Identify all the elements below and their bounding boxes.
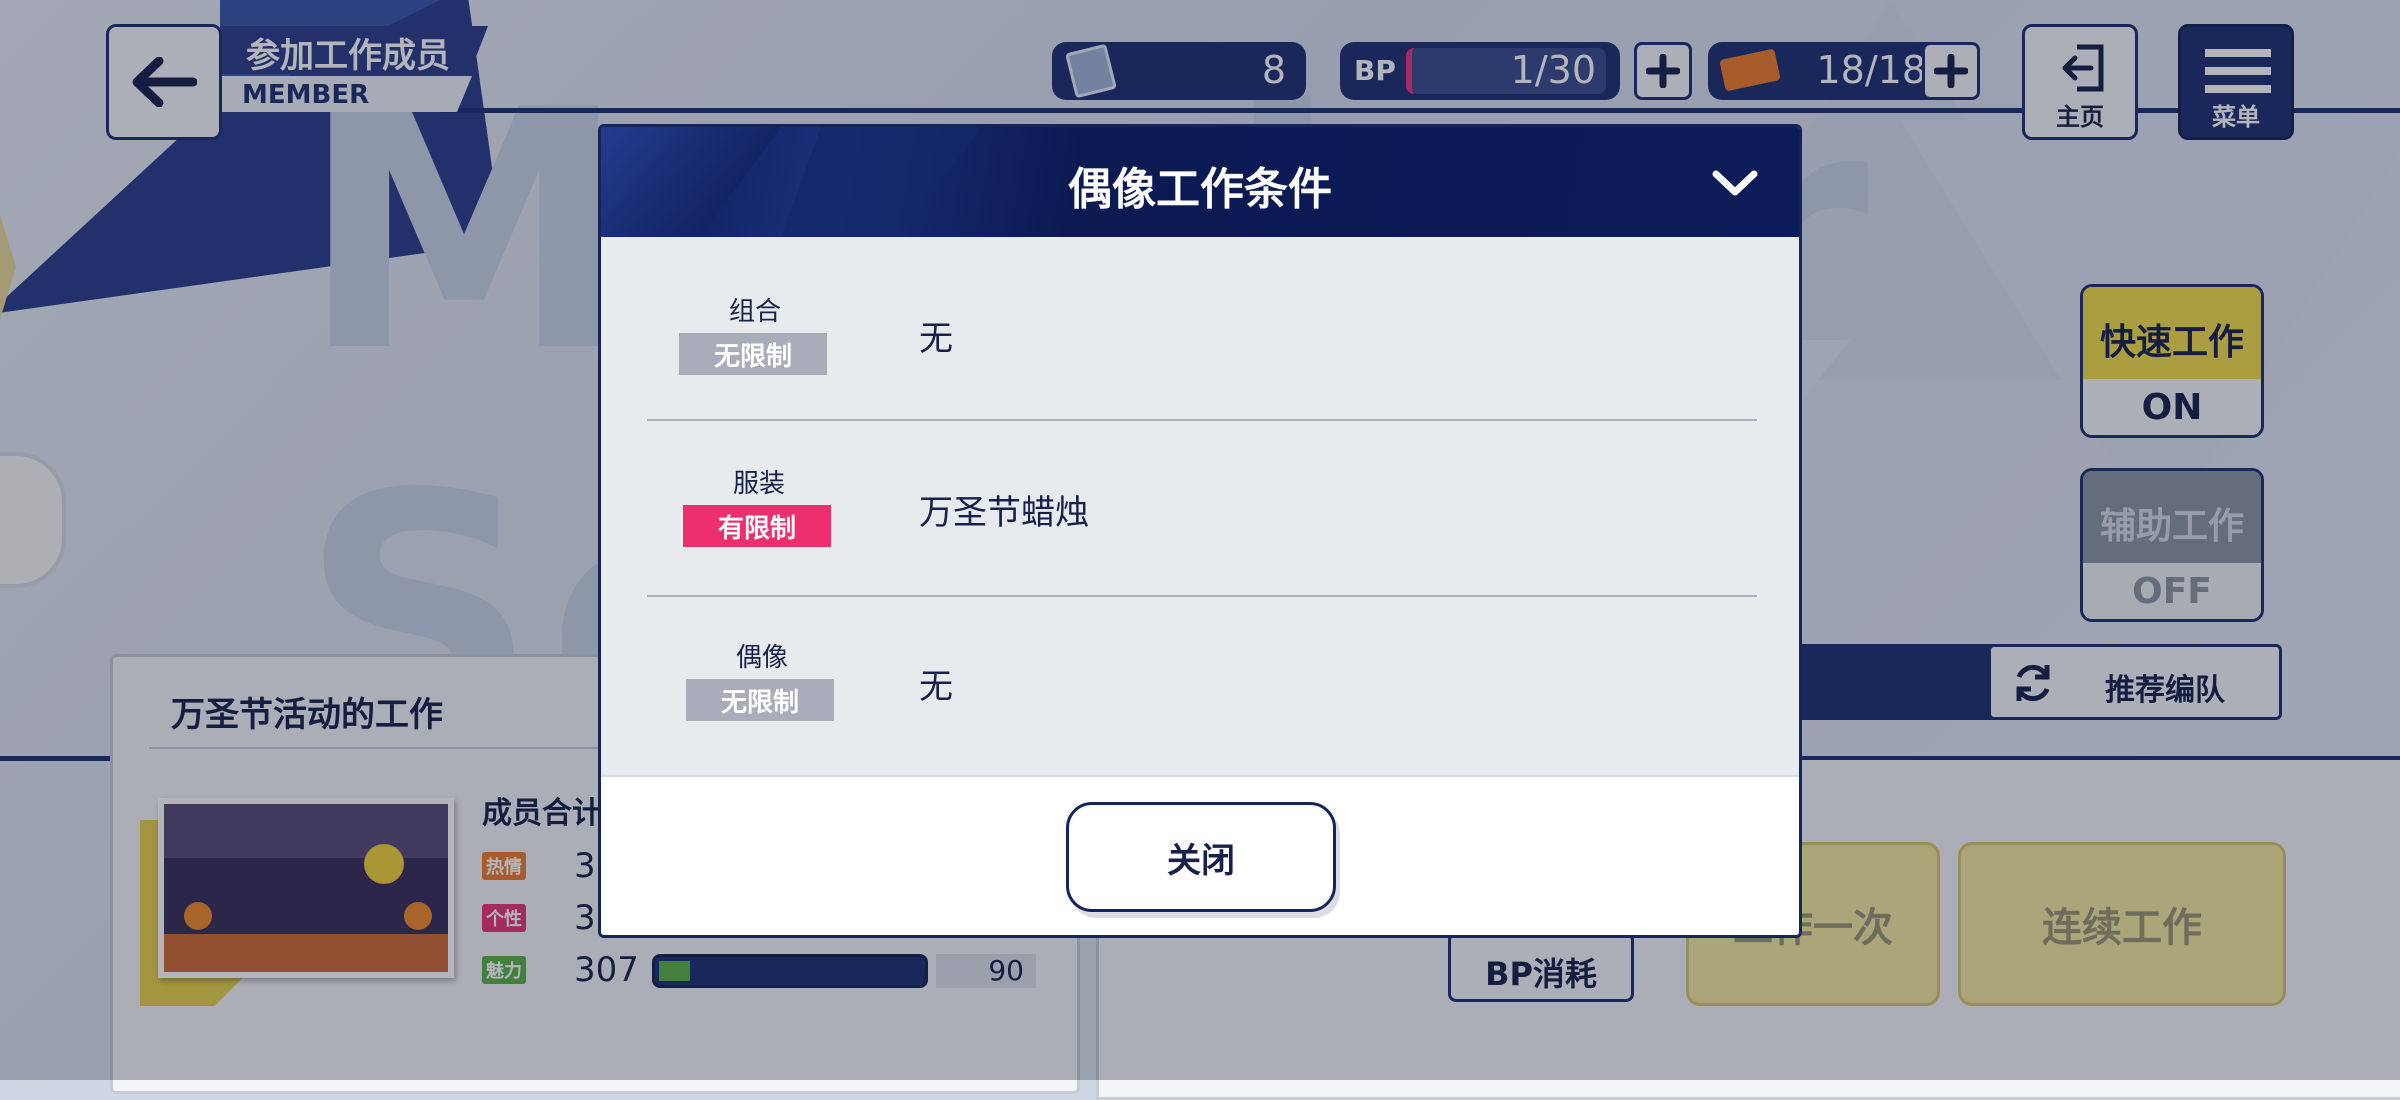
condition-chip: 无限制 xyxy=(679,333,827,375)
condition-value: 无 xyxy=(919,319,953,359)
condition-label: 服装 xyxy=(732,469,785,499)
condition-label: 组合 xyxy=(728,297,781,327)
condition-chip: 无限制 xyxy=(686,679,834,721)
condition-value: 无 xyxy=(919,667,953,707)
close-label: 关闭 xyxy=(1167,840,1235,881)
condition-row-costume: 服装 有限制 万圣节蜡烛 xyxy=(601,423,1799,599)
close-button[interactable]: 关闭 xyxy=(1066,802,1336,912)
condition-value: 万圣节蜡烛 xyxy=(919,493,1089,533)
condition-label: 偶像 xyxy=(735,643,788,673)
dialog-header: 偶像工作条件 xyxy=(601,127,1799,237)
condition-row-group: 组合 无限制 无 xyxy=(601,237,1799,421)
row-divider xyxy=(647,419,1757,421)
condition-row-idol: 偶像 无限制 无 xyxy=(601,599,1799,775)
collapse-button[interactable] xyxy=(1707,157,1763,209)
condition-chip: 有限制 xyxy=(683,505,831,547)
work-conditions-dialog: 偶像工作条件 组合 无限制 无 服装 有限制 万圣节蜡烛 偶像 无限制 无 关闭 xyxy=(598,124,1802,938)
chevron-down-icon xyxy=(1712,170,1758,196)
dialog-title: 偶像工作条件 xyxy=(1068,164,1332,215)
row-divider xyxy=(647,595,1757,597)
